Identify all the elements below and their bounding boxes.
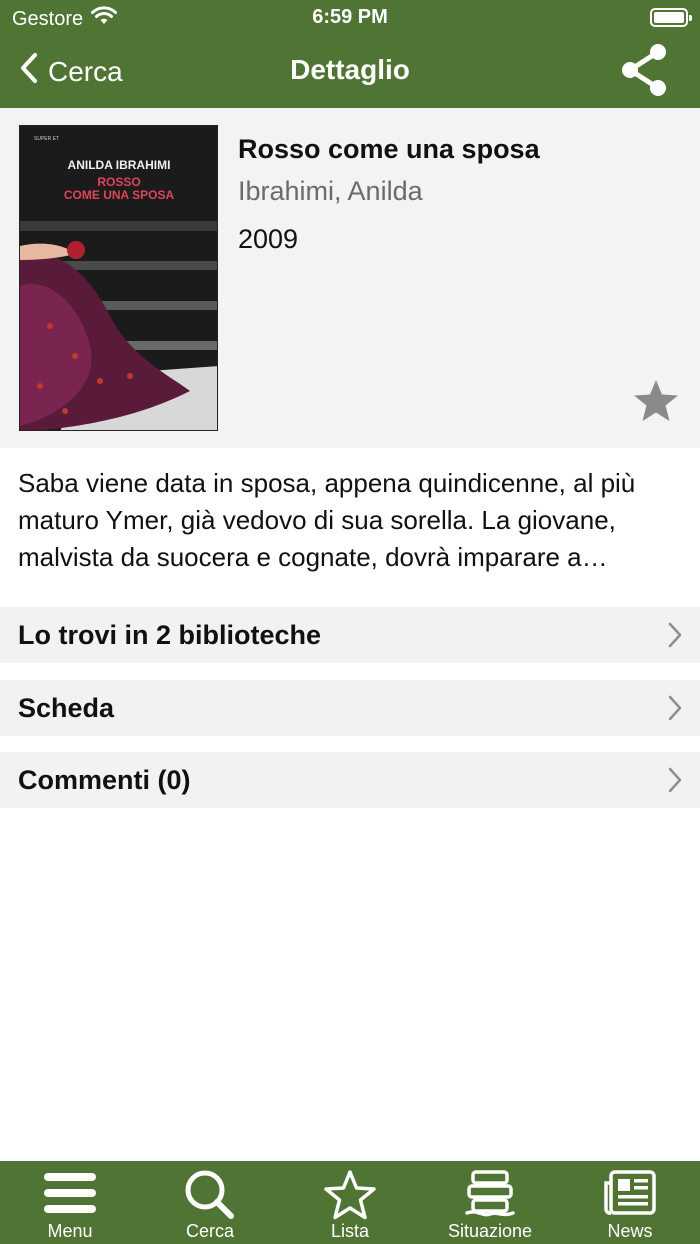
book-author: Ibrahimi, Anilda: [238, 176, 423, 206]
tab-list[interactable]: Lista: [280, 1161, 420, 1244]
tab-label: News: [607, 1221, 653, 1241]
menu-icon: [42, 1169, 98, 1222]
tab-menu[interactable]: Menu: [0, 1161, 140, 1244]
cover-series: SUPER ET: [34, 136, 59, 142]
cover-title-line1: ROSSO: [97, 175, 140, 189]
share-icon: [618, 44, 670, 104]
tab-status[interactable]: Situazione: [420, 1161, 560, 1244]
books-stack-icon: [463, 1169, 517, 1224]
book-title: Rosso come una sposa: [238, 134, 540, 164]
star-outline-icon: [323, 1169, 377, 1226]
row-label: Scheda: [18, 693, 115, 723]
tab-label: Situazione: [447, 1221, 533, 1241]
chevron-right-icon: [668, 622, 682, 653]
star-icon: [632, 380, 680, 428]
row-details[interactable]: Scheda: [0, 680, 700, 736]
book-header: SUPER ET ANILDA IBRAHIMI ROSSO COME UNA …: [0, 108, 700, 448]
tab-label: Menu: [47, 1221, 93, 1241]
book-year: 2009: [238, 224, 299, 254]
newspaper-icon: [603, 1169, 657, 1222]
tab-label: Cerca: [185, 1221, 234, 1241]
nav-bar: Cerca Dettaglio: [0, 36, 700, 108]
battery-icon: [650, 8, 692, 27]
book-cover[interactable]: SUPER ET ANILDA IBRAHIMI ROSSO COME UNA …: [19, 125, 218, 431]
tab-label: Lista: [330, 1221, 370, 1241]
status-time: 6:59 PM: [312, 6, 388, 28]
chevron-right-icon: [668, 767, 682, 798]
share-button[interactable]: [618, 40, 670, 105]
tab-bar: Menu Cerca Lista Situazione News: [0, 1161, 700, 1244]
favorite-button[interactable]: [632, 378, 680, 429]
book-description: Saba viene data in sposa, appena quindic…: [18, 468, 636, 572]
row-comments[interactable]: Commenti (0): [0, 752, 700, 808]
row-label: Lo trovi in 2 biblioteche: [18, 620, 322, 650]
tab-search[interactable]: Cerca: [140, 1161, 280, 1244]
row-libraries[interactable]: Lo trovi in 2 biblioteche: [0, 607, 700, 663]
cover-author: ANILDA IBRAHIMI: [68, 158, 171, 172]
top-bar: Gestore 6:59 PM Cerca Dettaglio: [0, 0, 700, 108]
page-title: Dettaglio: [290, 54, 410, 85]
status-bar: Gestore 6:59 PM: [0, 0, 700, 36]
cover-title-line2: COME UNA SPOSA: [64, 188, 175, 202]
row-label: Commenti (0): [18, 765, 191, 795]
chevron-right-icon: [668, 695, 682, 726]
search-icon: [183, 1169, 237, 1224]
tab-news[interactable]: News: [560, 1161, 700, 1244]
